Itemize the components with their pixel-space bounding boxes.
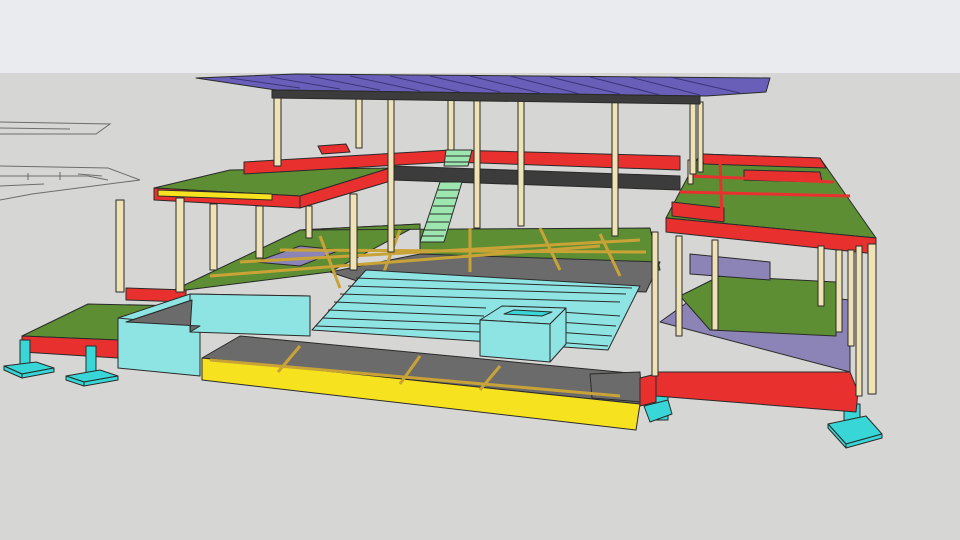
3d-viewport[interactable] — [0, 0, 960, 540]
sky-background — [0, 0, 960, 73]
model-canvas[interactable] — [0, 0, 960, 540]
